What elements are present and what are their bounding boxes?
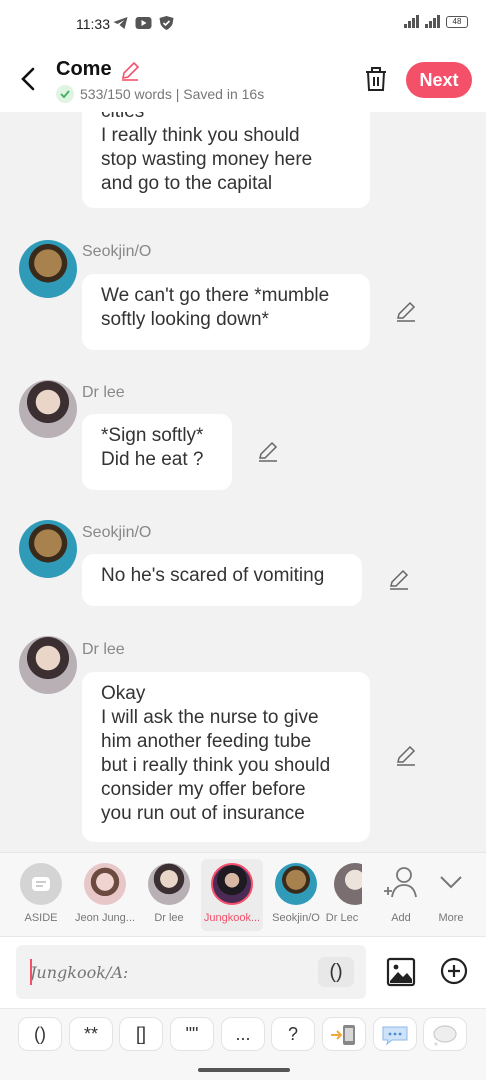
speaker-name: Dr lee [82, 641, 125, 658]
format-asterisks-button[interactable]: ** [69, 1017, 113, 1051]
editor-header: Come 533/150 words | Saved in 16s Next [0, 48, 486, 112]
message-bubble[interactable]: cities I really think you should stop wa… [82, 112, 370, 208]
avatar [334, 863, 362, 905]
trash-icon[interactable] [364, 66, 388, 92]
chat-area[interactable]: cities I really think you should stop wa… [0, 112, 486, 852]
chat-bubble-button[interactable] [373, 1017, 417, 1051]
phone-arrow-icon [331, 1025, 355, 1045]
avatar [148, 863, 190, 905]
thought-bubble-icon [433, 1025, 457, 1046]
avatar-dr-lee[interactable] [19, 636, 77, 694]
character-aside[interactable]: ASIDE [10, 859, 72, 931]
aside-icon [20, 863, 62, 905]
image-icon[interactable] [386, 957, 416, 987]
telegram-icon [113, 17, 128, 29]
message-bubble[interactable]: Okay I will ask the nurse to give him an… [82, 672, 370, 842]
composer: () [0, 936, 486, 1008]
edit-message-icon[interactable] [395, 300, 417, 322]
back-arrow-icon[interactable] [18, 66, 40, 92]
add-person-icon [380, 863, 422, 905]
avatar-dr-lee[interactable] [19, 380, 77, 438]
edit-title-icon[interactable] [120, 61, 140, 81]
status-time: 11:33 [76, 16, 110, 32]
character-label: Dr lee [154, 912, 184, 924]
phone-message-button[interactable] [322, 1017, 366, 1051]
message-bubble[interactable]: No he's scared of vomiting [82, 554, 362, 606]
signal-icon-2 [425, 14, 440, 28]
edit-message-icon[interactable] [388, 568, 410, 590]
more-label: More [438, 912, 464, 924]
word-count-saved-text: 533/150 words | Saved in 16s [80, 86, 265, 102]
character-dr-lee[interactable]: Dr lee [138, 859, 200, 931]
title-group: Come 533/150 words | Saved in 16s [56, 58, 264, 103]
format-quotes-button[interactable]: "" [170, 1017, 214, 1051]
character-dr-lec[interactable]: Dr Lec [322, 859, 362, 931]
check-icon [56, 85, 74, 103]
avatar [275, 863, 317, 905]
status-right: 48 [404, 14, 468, 28]
home-indicator [0, 1060, 486, 1080]
edit-message-icon[interactable] [257, 440, 279, 462]
character-label: Seokjin/O [272, 912, 320, 924]
character-label: Jeon Jung... [75, 912, 135, 924]
status-bar: 11:33 48 [0, 0, 486, 48]
character-label: ASIDE [24, 912, 58, 924]
shield-icon [159, 16, 174, 30]
message-bubble[interactable]: *Sign softly* Did he eat ? [82, 414, 232, 490]
message-input[interactable] [16, 945, 366, 999]
parenthesis-button[interactable]: () [318, 957, 354, 987]
message-bubble[interactable]: We can't go there *mumble softly looking… [82, 274, 370, 350]
edit-message-icon[interactable] [395, 744, 417, 766]
avatar-seokjin[interactable] [19, 520, 77, 578]
save-status: 533/150 words | Saved in 16s [56, 85, 264, 103]
next-button[interactable]: Next [406, 62, 472, 98]
speaker-name: Seokjin/O [82, 524, 152, 541]
character-label: Jungkook... [203, 912, 261, 924]
format-question-button[interactable]: ? [271, 1017, 315, 1051]
text-caret [30, 959, 32, 985]
story-title[interactable]: Come [56, 58, 112, 81]
character-jeon-jungkook[interactable]: Jeon Jung... [74, 859, 136, 931]
avatar-seokjin[interactable] [19, 240, 77, 298]
avatar [211, 863, 253, 905]
speaker-name: Seokjin/O [82, 243, 152, 260]
add-icon[interactable] [440, 957, 468, 985]
avatar [84, 863, 126, 905]
battery-icon: 48 [446, 16, 468, 28]
speech-bubble-icon [382, 1026, 408, 1046]
format-brackets-button[interactable]: [] [119, 1017, 163, 1051]
more-characters-button[interactable]: More [420, 859, 482, 931]
character-seokjin[interactable]: Seokjin/O [265, 859, 327, 931]
character-selector: ASIDE Jeon Jung... Dr lee Jungkook... Se… [0, 852, 486, 936]
youtube-icon [135, 17, 152, 29]
status-app-icons [112, 16, 175, 30]
speaker-name: Dr lee [82, 384, 125, 401]
chevron-down-icon [430, 863, 472, 905]
character-jungkook[interactable]: Jungkook... [201, 859, 263, 931]
format-toolbar: () ** [] "" ... ? [0, 1008, 486, 1060]
character-label: Dr Lec [325, 912, 359, 924]
thought-bubble-button[interactable] [423, 1017, 467, 1051]
format-ellipsis-button[interactable]: ... [221, 1017, 265, 1051]
format-parentheses-button[interactable]: () [18, 1017, 62, 1051]
signal-icon [404, 14, 419, 28]
